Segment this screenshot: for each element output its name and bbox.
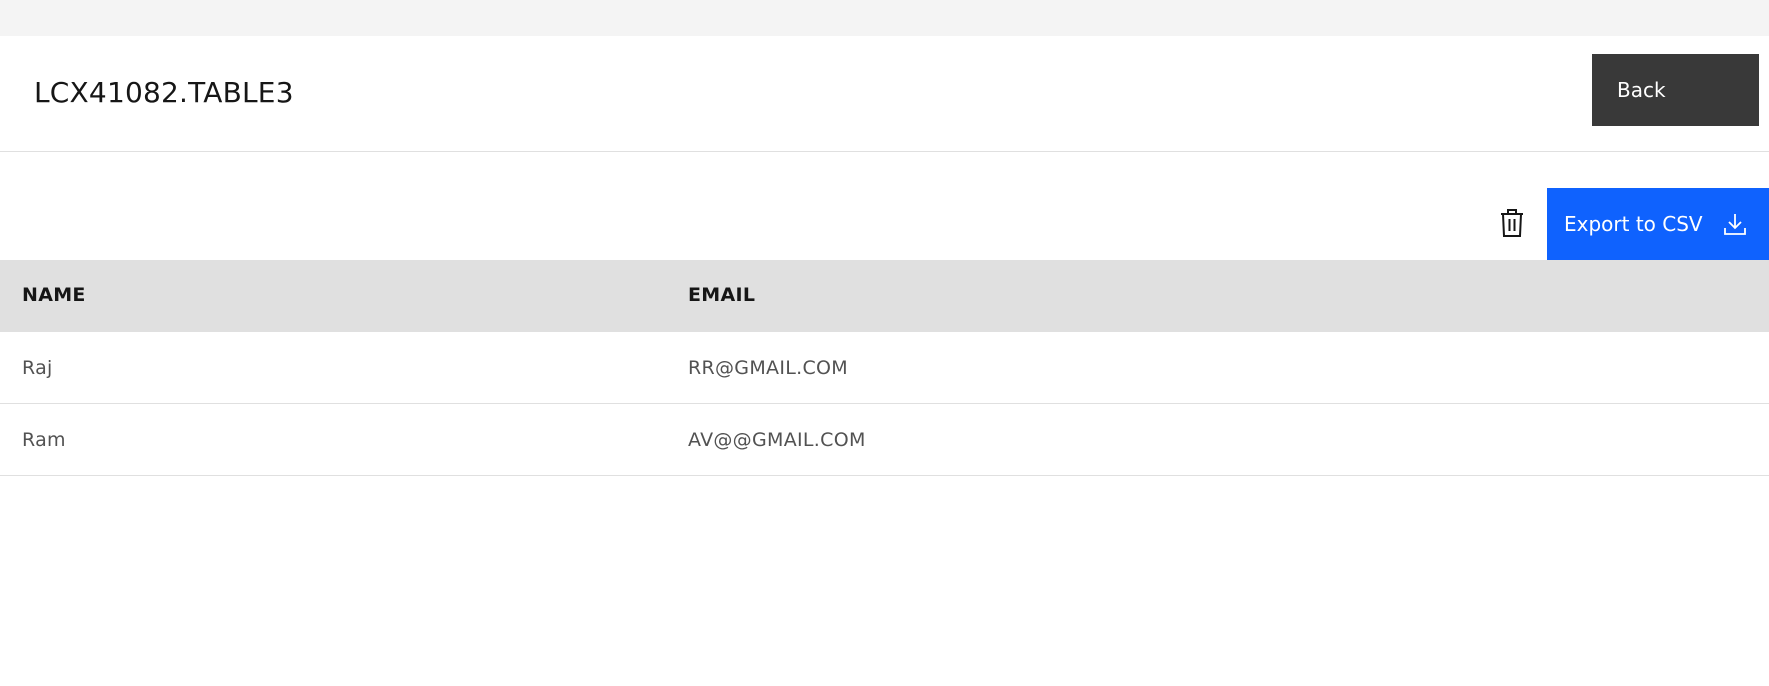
trash-icon [1500, 208, 1524, 240]
page-title: LCX41082.TABLE3 [34, 76, 294, 109]
cell-name: Ram [22, 429, 66, 451]
cell-email: AV@@GMAIL.COM [688, 429, 866, 451]
export-button-label: Export to CSV [1564, 212, 1703, 236]
column-header-email[interactable]: EMAIL [688, 284, 755, 306]
back-button[interactable]: Back [1592, 54, 1759, 126]
cell-email: RR@GMAIL.COM [688, 357, 848, 379]
page-header: LCX41082.TABLE3 Back [0, 36, 1769, 152]
table-row[interactable]: Ram AV@@GMAIL.COM [0, 404, 1769, 476]
data-table: NAME EMAIL Raj RR@GMAIL.COM Ram AV@@GMAI… [0, 260, 1769, 476]
export-to-csv-button[interactable]: Export to CSV [1547, 188, 1769, 260]
download-icon [1723, 212, 1747, 236]
table-header: NAME EMAIL [0, 260, 1769, 332]
table-row[interactable]: Raj RR@GMAIL.COM [0, 332, 1769, 404]
cell-name: Raj [22, 357, 53, 379]
table-toolbar: Export to CSV [0, 188, 1769, 260]
top-strip [0, 0, 1769, 36]
column-header-name[interactable]: NAME [22, 284, 86, 306]
delete-button[interactable] [1494, 206, 1530, 242]
